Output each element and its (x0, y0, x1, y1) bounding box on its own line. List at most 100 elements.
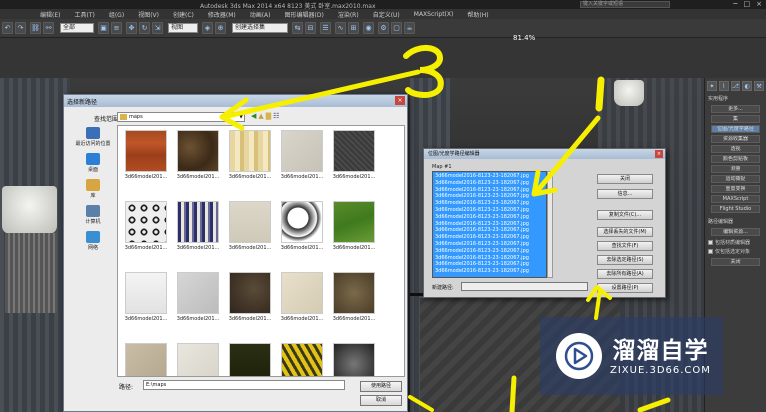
file-thumbnail[interactable]: 3d66model201... (121, 201, 171, 251)
bitmap-list-item[interactable]: 3d66model2016-8123-23-182067.jpg (435, 221, 544, 228)
reference-coord-dropdown[interactable]: 视图 (168, 23, 198, 33)
new-path-input[interactable] (461, 282, 588, 291)
edit-resources-button[interactable]: 编辑资源... (711, 228, 760, 236)
redo-icon[interactable]: ↷ (15, 22, 26, 34)
utility-button[interactable]: MAXScript (711, 195, 760, 203)
list-scrollbar[interactable] (547, 171, 553, 278)
unlink-icon[interactable]: ⚯ (43, 22, 54, 34)
path-dialog-button[interactable]: 去除选定路径(S) (597, 255, 653, 265)
bitmap-list-item[interactable]: 3d66model2016-8123-23-182067.jpg (435, 234, 544, 241)
path-dialog-button[interactable]: 去除所有路径(A) (597, 269, 653, 279)
utility-button[interactable]: 颜色剪贴板 (711, 155, 760, 163)
bitmap-list-item[interactable]: 3d66model2016-8123-23-182067.jpg (435, 193, 544, 200)
path-dialog-button[interactable]: 设置路径(P) (597, 283, 653, 293)
use-path-button[interactable]: 使用路径 (360, 381, 402, 392)
file-thumbnail[interactable]: 3d66model201... (121, 272, 171, 322)
create-tab-icon[interactable]: ✦ (707, 81, 717, 91)
place-item[interactable]: 库 (86, 179, 100, 199)
move-icon[interactable]: ✥ (126, 22, 137, 34)
menu-item[interactable]: 渲染(R) (338, 10, 359, 19)
select-by-name-icon[interactable]: ≡ (111, 22, 122, 34)
bitmap-list-item[interactable]: 3d66model2016-8123-23-182067.jpg (435, 180, 544, 187)
render-icon[interactable]: ☕ (404, 22, 415, 34)
bitmap-list-item[interactable]: 3d66model2016-8123-23-182067.jpg (435, 200, 544, 207)
place-item[interactable]: 桌面 (86, 153, 100, 173)
utility-button[interactable]: 位图/光度学路径 (711, 125, 760, 133)
file-thumbnail[interactable]: 3d66model201... (225, 201, 275, 251)
view-menu-icon[interactable]: ☷ (273, 112, 279, 120)
selection-filter-dropdown[interactable]: 全部 (60, 23, 94, 33)
layer-icon[interactable]: ☰ (320, 22, 331, 34)
path-dialog-button[interactable]: 查找文件(F) (597, 241, 653, 251)
file-thumbnail[interactable] (121, 343, 171, 376)
mirror-icon[interactable]: ⇆ (292, 22, 303, 34)
file-thumbnail[interactable]: 3d66model201... (329, 201, 379, 251)
place-item[interactable]: 计算机 (85, 205, 101, 225)
cancel-button[interactable]: 取消 (360, 395, 402, 406)
motion-tab-icon[interactable]: ◐ (742, 81, 753, 91)
path-input[interactable]: E:\maps (143, 380, 345, 390)
file-thumbnail[interactable]: 3d66model201... (277, 130, 327, 180)
bitmap-list-item[interactable]: 3d66model2016-8123-23-182067.jpg (435, 261, 544, 268)
chevron-down-icon[interactable]: ▼ (239, 113, 243, 121)
render-setup-icon[interactable]: ⚙ (378, 22, 389, 34)
bitmap-list-item[interactable]: 3d66model2016-8123-23-182067.jpg (435, 268, 544, 275)
file-thumbnail[interactable]: 3d66model201... (173, 272, 223, 322)
menu-item[interactable]: 修改器(M) (208, 10, 236, 19)
utility-button[interactable]: 运动捕捉 (711, 175, 760, 183)
bitmap-list-item[interactable]: 3d66model2016-8123-23-182067.jpg (435, 214, 544, 221)
back-icon[interactable]: ◀ (251, 112, 256, 120)
menu-item[interactable]: 创建(C) (173, 10, 194, 19)
bitmap-list-item[interactable]: 3d66model2016-8123-23-182067.jpg (435, 227, 544, 234)
path-dialog-button[interactable]: 信息... (597, 189, 653, 199)
selected-only-checkbox[interactable]: 仅包括选定对象 (705, 247, 766, 256)
file-thumbnail[interactable]: 3d66model201... (329, 272, 379, 322)
up-folder-icon[interactable]: ▲ (258, 112, 263, 120)
file-thumbnail[interactable] (329, 343, 379, 376)
render-frame-icon[interactable]: ▢ (391, 22, 402, 34)
file-thumbnail[interactable]: 3d66model201... (173, 201, 223, 251)
path-dialog-button[interactable]: 选择丢失的文件(M) (597, 227, 653, 237)
align-icon[interactable]: ⊟ (305, 22, 316, 34)
file-thumbnail[interactable] (173, 343, 223, 376)
menu-item[interactable]: 动画(A) (250, 10, 271, 19)
minimize-button[interactable]: ─ (733, 0, 737, 8)
panel-close-button[interactable]: 关闭 (711, 258, 760, 266)
file-thumbnail[interactable] (277, 343, 327, 376)
maximize-button[interactable]: □ (744, 0, 751, 8)
hierarchy-tab-icon[interactable]: ⎇ (730, 81, 741, 91)
menu-item[interactable]: 图形编辑器(D) (285, 10, 324, 19)
utility-button[interactable]: 重置变换 (711, 185, 760, 193)
utility-button[interactable]: 更多... (711, 105, 760, 113)
menu-item[interactable]: 自定义(U) (373, 10, 400, 19)
menu-item[interactable]: 帮助(H) (467, 10, 488, 19)
undo-icon[interactable]: ↶ (2, 22, 13, 34)
menu-item[interactable]: MAXScript(X) (414, 11, 454, 18)
place-item[interactable]: 网络 (86, 231, 100, 251)
curve-editor-icon[interactable]: ∿ (335, 22, 346, 34)
link-icon[interactable]: ⛓ (30, 22, 41, 34)
new-folder-icon[interactable]: ▇ (266, 112, 271, 120)
path-dialog-button[interactable]: 关闭 (597, 174, 653, 184)
file-thumbnail[interactable]: 3d66model201... (277, 201, 327, 251)
menu-item[interactable]: 组(G) (109, 10, 124, 19)
bitmap-list-item[interactable]: 3d66model2016-8123-23-182067.jpg (435, 248, 544, 255)
bitmap-list-item[interactable]: 3d66model2016-8123-23-182067.jpg (435, 241, 544, 248)
file-thumbnail-grid[interactable]: 3d66model201... 3d66model201... 3d66model2… (117, 125, 405, 377)
named-selection-dropdown[interactable]: 创建选择集 (232, 23, 288, 33)
pivot-icon[interactable]: ◈ (202, 22, 213, 34)
place-item[interactable]: 最近访问的位置 (75, 127, 111, 147)
menu-item[interactable]: 编辑(E) (40, 10, 60, 19)
bitmap-list-item[interactable]: 3d66model2016-8123-23-182067.jpg (435, 255, 544, 262)
utility-button[interactable]: 集 (711, 115, 760, 123)
lookin-dropdown[interactable]: maps ▼ (117, 112, 245, 122)
file-thumbnail[interactable] (225, 343, 275, 376)
close-button[interactable]: × (756, 0, 762, 8)
file-thumbnail[interactable]: 3d66model201... (225, 272, 275, 322)
include-mtl-editor-checkbox[interactable]: 包括材质编辑器 (705, 238, 766, 247)
file-thumbnail[interactable]: 3d66model201... (329, 130, 379, 180)
modify-tab-icon[interactable]: ⌇ (718, 81, 729, 91)
bitmap-file-list[interactable]: 3d66model2016-8123-23-182067.jpg 3d66mode… (432, 171, 547, 278)
utility-button[interactable]: 资源收集器 (711, 135, 760, 143)
help-search-input[interactable]: 键入关键字或短语 (580, 1, 670, 8)
